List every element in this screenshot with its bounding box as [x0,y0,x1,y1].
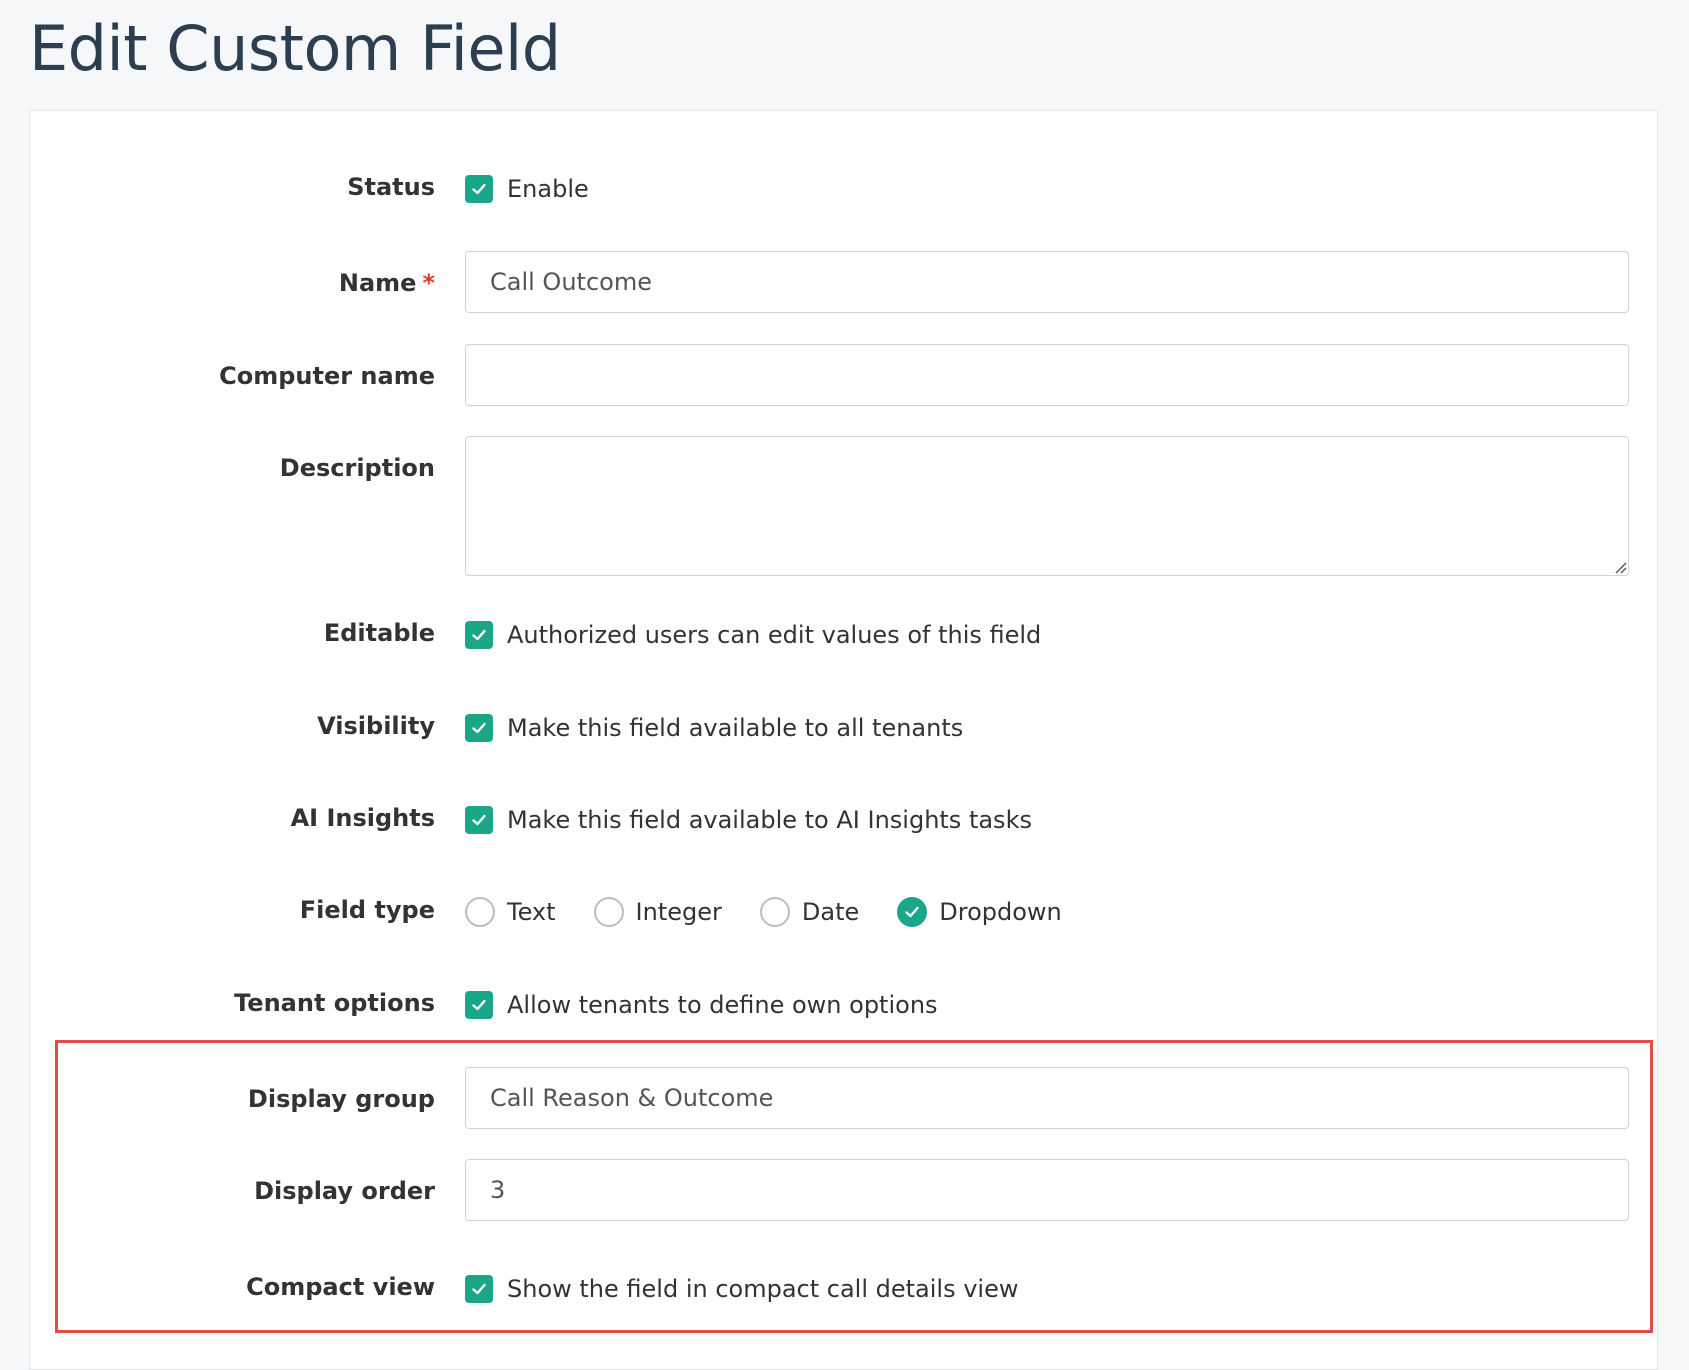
required-indicator: * [422,269,435,297]
field-type-option-label: Date [801,898,860,926]
display-order-input[interactable] [465,1159,1629,1221]
check-icon [472,722,486,734]
status-enable-label: Enable [507,175,589,203]
custom-field-form: Status Enable Name* Computer name Descri… [29,110,1658,1370]
check-icon [472,183,486,195]
field-type-option-label: Dropdown [939,898,1062,926]
display-group-input[interactable] [465,1067,1629,1129]
checkbox-checked-icon[interactable] [465,714,493,742]
checkbox-checked-icon[interactable] [465,991,493,1019]
field-type-option-text[interactable]: Text [465,897,556,927]
visibility-checkbox-label: Make this field available to all tenants [507,714,964,742]
checkbox-checked-icon[interactable] [465,175,493,203]
radio-unchecked-icon[interactable] [759,897,790,927]
computer-name-input[interactable] [465,344,1629,406]
ai-insights-label: AI Insights [290,804,435,832]
editable-label: Editable [323,619,435,647]
radio-unchecked-icon[interactable] [593,897,624,927]
editable-checkbox[interactable]: Authorized users can edit values of this… [465,621,1041,649]
visibility-label: Visibility [317,712,435,740]
name-label-text: Name [338,269,417,297]
checkbox-checked-icon[interactable] [465,1275,493,1303]
field-type-option-label: Text [507,898,556,926]
description-label: Description [279,454,435,482]
radio-unchecked-icon[interactable] [465,897,495,927]
display-order-label: Display order [254,1177,435,1205]
field-type-option-date[interactable]: Date [759,897,860,927]
checkbox-checked-icon[interactable] [465,806,493,834]
field-type-option-label: Integer [635,898,722,926]
check-icon [472,1283,486,1295]
page-title: Edit Custom Field [29,12,561,85]
description-textarea[interactable] [465,436,1629,576]
field-type-option-dropdown[interactable]: Dropdown [897,897,1062,927]
visibility-checkbox[interactable]: Make this field available to all tenants [465,714,963,742]
check-icon [472,999,486,1011]
status-enable-checkbox[interactable]: Enable [465,175,589,203]
tenant-options-checkbox-label: Allow tenants to define own options [507,991,938,1019]
check-icon [472,814,486,826]
name-input[interactable] [465,251,1629,313]
display-group-label: Display group [247,1085,435,1113]
field-type-label: Field type [299,896,435,924]
tenant-options-checkbox[interactable]: Allow tenants to define own options [465,991,938,1019]
checkbox-checked-icon[interactable] [465,621,493,649]
field-type-radio-group: Text Integer Date Dropdown [465,897,1100,927]
field-type-option-integer[interactable]: Integer [593,897,722,927]
compact-view-label: Compact view [246,1273,435,1301]
description-field [465,436,1629,576]
ai-insights-checkbox-label: Make this field available to AI Insights… [507,806,1032,834]
resize-grip-icon[interactable] [1613,560,1627,574]
compact-view-checkbox[interactable]: Show the field in compact call details v… [465,1275,1018,1303]
editable-checkbox-label: Authorized users can edit values of this… [507,621,1042,649]
status-label: Status [347,173,435,201]
tenant-options-label: Tenant options [234,989,435,1017]
ai-insights-checkbox[interactable]: Make this field available to AI Insights… [465,806,1032,834]
radio-checked-icon[interactable] [897,897,928,927]
name-label: Name * [339,269,435,297]
computer-name-label: Computer name [219,362,435,390]
check-icon [905,906,919,918]
compact-view-checkbox-label: Show the field in compact call details v… [507,1275,1019,1303]
check-icon [472,629,486,641]
